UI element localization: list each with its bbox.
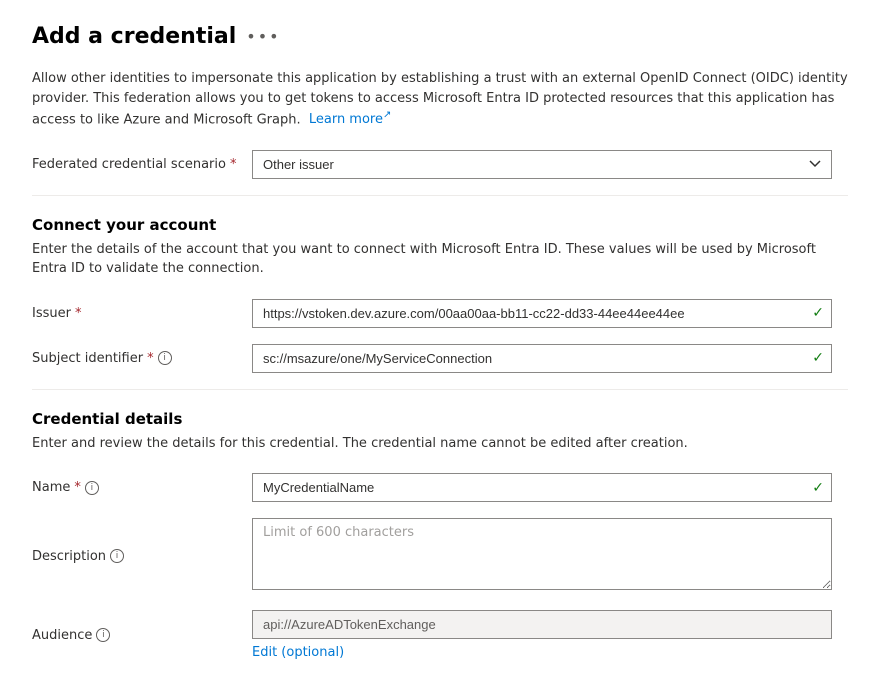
external-link-icon: ↗ (383, 110, 391, 121)
subject-identifier-row: Subject identifier * i ✓ (32, 344, 848, 373)
audience-input-wrapper (252, 610, 832, 639)
subject-identifier-input-wrapper: ✓ (252, 344, 832, 373)
more-options-icon[interactable]: ••• (246, 27, 280, 46)
audience-row: Audience i Edit (optional) (32, 610, 848, 660)
description-label: Description i (32, 549, 252, 564)
credential-section-desc: Enter and review the details for this cr… (32, 434, 848, 454)
audience-control: Edit (optional) (252, 610, 832, 660)
connect-section-desc: Enter the details of the account that yo… (32, 240, 848, 279)
edit-optional-link[interactable]: Edit (optional) (252, 645, 344, 660)
name-input[interactable] (252, 473, 832, 502)
intro-description: Allow other identities to impersonate th… (32, 69, 848, 130)
page-title: Add a credential (32, 24, 236, 49)
subject-identifier-control: ✓ (252, 344, 832, 373)
audience-input[interactable] (252, 610, 832, 639)
connect-section-heading: Connect your account (32, 216, 848, 234)
federated-scenario-label: Federated credential scenario * (32, 157, 252, 172)
federated-scenario-select[interactable]: Other issuer GitHub Actions deploying Az… (252, 150, 832, 179)
issuer-input[interactable] (252, 299, 832, 328)
issuer-row: Issuer * ✓ (32, 299, 848, 328)
issuer-input-wrapper: ✓ (252, 299, 832, 328)
federated-scenario-control: Other issuer GitHub Actions deploying Az… (252, 150, 832, 179)
section-divider-2 (32, 389, 848, 390)
name-control: ✓ (252, 473, 832, 502)
learn-more-link[interactable]: Learn more↗ (309, 112, 392, 127)
issuer-valid-icon: ✓ (812, 305, 824, 321)
issuer-label: Issuer * (32, 306, 252, 321)
subject-identifier-label: Subject identifier * i (32, 351, 252, 366)
subject-identifier-info-icon[interactable]: i (158, 351, 172, 365)
description-row: Description i (32, 518, 848, 594)
required-star: * (230, 157, 237, 172)
description-textarea[interactable] (252, 518, 832, 590)
subject-identifier-valid-icon: ✓ (812, 350, 824, 366)
audience-label: Audience i (32, 628, 252, 643)
description-control (252, 518, 832, 594)
required-star-name: * (74, 480, 81, 495)
federated-scenario-row: Federated credential scenario * Other is… (32, 150, 848, 179)
issuer-control: ✓ (252, 299, 832, 328)
name-valid-icon: ✓ (812, 480, 824, 496)
credential-section-heading: Credential details (32, 410, 848, 428)
name-info-icon[interactable]: i (85, 481, 99, 495)
required-star-subject: * (147, 351, 154, 366)
subject-identifier-input[interactable] (252, 344, 832, 373)
description-info-icon[interactable]: i (110, 549, 124, 563)
page-header: Add a credential ••• (32, 24, 848, 49)
name-input-wrapper: ✓ (252, 473, 832, 502)
section-divider-1 (32, 195, 848, 196)
audience-info-icon[interactable]: i (96, 628, 110, 642)
name-label: Name * i (32, 480, 252, 495)
required-star-issuer: * (75, 306, 82, 321)
name-row: Name * i ✓ (32, 473, 848, 502)
